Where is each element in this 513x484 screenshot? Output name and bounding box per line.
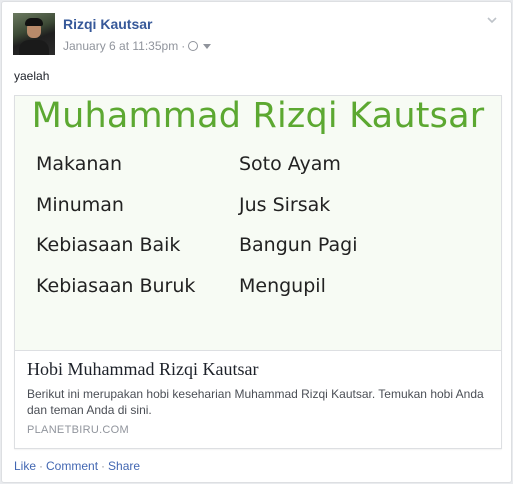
hobby-label: Makanan <box>36 153 123 175</box>
author-name[interactable]: Rizqi Kautsar <box>63 16 152 32</box>
action-separator: · <box>39 459 44 473</box>
comment-link[interactable]: Comment <box>46 459 98 473</box>
hobby-value: Mengupil <box>239 275 326 297</box>
avatar-hair <box>25 18 43 26</box>
globe-icon[interactable] <box>188 41 199 51</box>
like-link[interactable]: Like <box>14 459 36 473</box>
link-preview-domain: PLANETBIRU.COM <box>27 424 129 436</box>
link-preview-description: Berikut ini merupakan hobi keseharian Mu… <box>27 387 484 417</box>
link-preview-body: Hobi Muhammad Rizqi Kautsar Berikut ini … <box>27 358 489 436</box>
link-preview[interactable]: Muhammad Rizqi Kautsar Makanan Soto Ayam… <box>14 95 502 449</box>
post-timestamp[interactable]: January 6 at 11:35pm <box>63 39 178 53</box>
caret-down-icon[interactable] <box>203 44 212 49</box>
share-link[interactable]: Share <box>108 459 140 473</box>
hobby-label: Kebiasaan Baik <box>36 234 181 256</box>
link-preview-title[interactable]: Hobi Muhammad Rizqi Kautsar <box>27 358 489 380</box>
post-status-text: yaelah <box>14 69 50 83</box>
image-heading: Muhammad Rizqi Kautsar <box>31 96 485 136</box>
post-meta: January 6 at 11:35pm · <box>63 39 212 53</box>
hobby-value: Jus Sirsak <box>239 194 331 216</box>
avatar[interactable] <box>13 13 55 55</box>
hobby-label: Kebiasaan Buruk <box>36 275 196 297</box>
hobby-value: Bangun Pagi <box>239 234 358 256</box>
action-separator: · <box>101 459 106 473</box>
chevron-down-icon[interactable] <box>487 15 497 25</box>
hobby-value: Soto Ayam <box>239 153 341 175</box>
link-preview-image[interactable]: Muhammad Rizqi Kautsar Makanan Soto Ayam… <box>15 96 501 351</box>
hobby-label: Minuman <box>36 194 124 216</box>
avatar-shirt <box>19 40 49 55</box>
meta-separator: · <box>181 39 186 53</box>
post-actions: Like · Comment · Share <box>14 459 140 473</box>
post-card: Rizqi Kautsar January 6 at 11:35pm · yael… <box>1 1 512 483</box>
